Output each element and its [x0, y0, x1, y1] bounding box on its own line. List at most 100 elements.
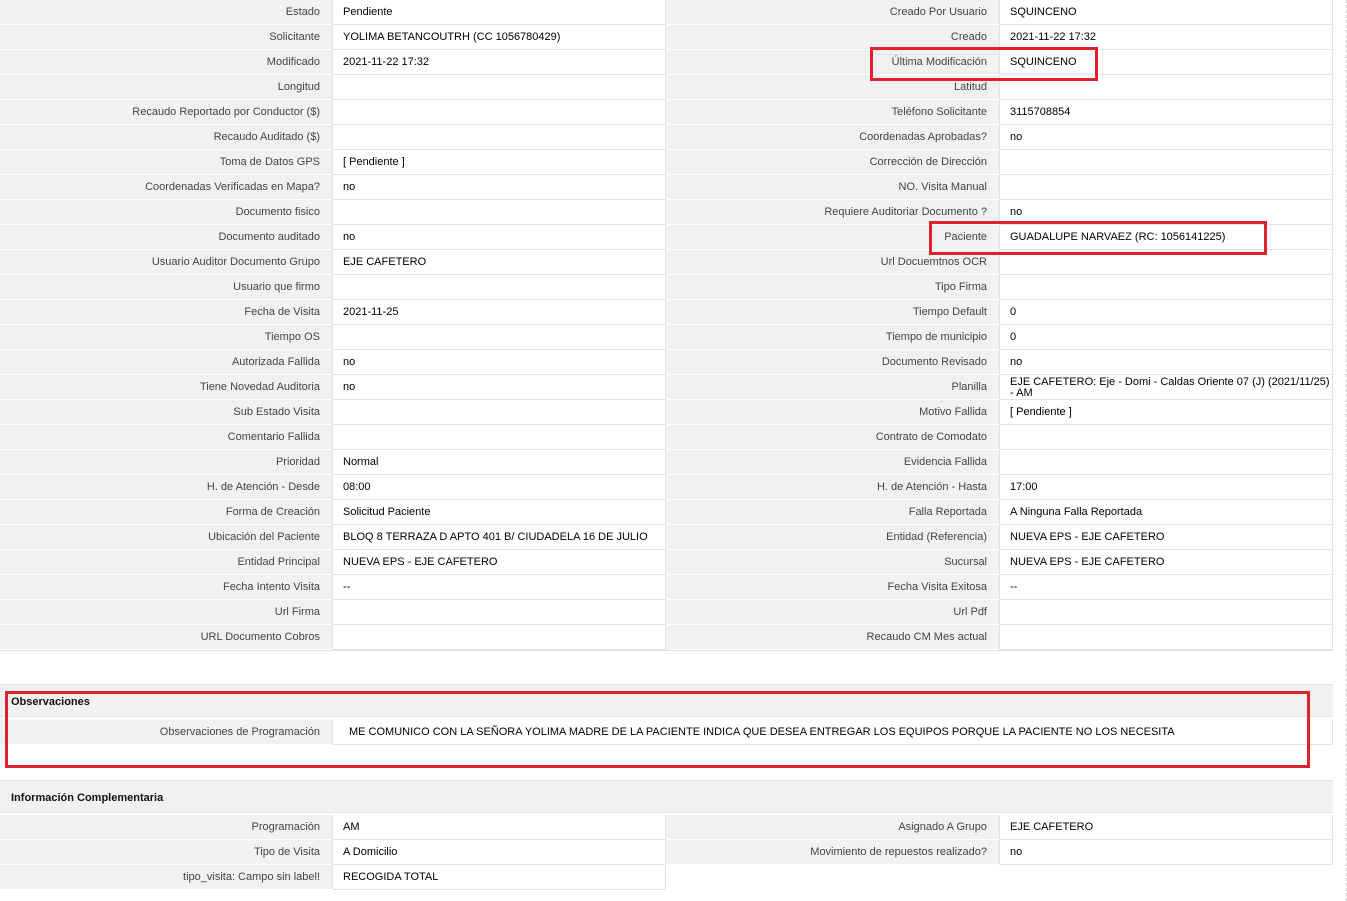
planilla-value: EJE CAFETERO: Eje - Domi - Caldas Orient… [999, 375, 1333, 400]
programacion-value: AM [332, 815, 666, 840]
tiempo-os-value [332, 325, 666, 350]
fecha-intento-visita-label: Fecha Intento Visita [0, 575, 332, 600]
autorizada-fallida-value: no [332, 350, 666, 375]
prioridad-label: Prioridad [0, 450, 332, 475]
evidencia-fallida-label: Evidencia Fallida [666, 450, 999, 475]
documento-fisico-value [332, 200, 666, 225]
estado-label: Estado [0, 0, 332, 25]
info-complementaria-title: Información Complementaria [11, 792, 164, 804]
paciente-label: Paciente [666, 225, 999, 250]
url-pdf-label: Url Pdf [666, 600, 999, 625]
tiempo-default-label: Tiempo Default [666, 300, 999, 325]
entidad-principal-value: NUEVA EPS - EJE CAFETERO [332, 550, 666, 575]
comentario-fallida-value [332, 425, 666, 450]
url-docuemtnos-ocr-label: Url Docuemtnos OCR [666, 250, 999, 275]
url-firma-label: Url Firma [0, 600, 332, 625]
modificado-value: 2021-11-22 17:32 [332, 50, 666, 75]
h-de-atencion-hasta-value: 17:00 [999, 475, 1333, 500]
fecha-visita-exitosa-value: -- [999, 575, 1333, 600]
longitud-label: Longitud [0, 75, 332, 100]
asignado-a-grupo-label: Asignado A Grupo [666, 815, 999, 840]
tipo-visita-campo-sin-label-label: tipo_visita: Campo sin label! [0, 865, 332, 890]
movimiento-de-repuestos-realizado-value: no [999, 840, 1333, 865]
coordenadas-verificadas-en-mapa-label: Coordenadas Verificadas en Mapa? [0, 175, 332, 200]
tiempo-os-label: Tiempo OS [0, 325, 332, 350]
recaudo-auditado-value [332, 125, 666, 150]
recaudo-reportado-por-conductor-label: Recaudo Reportado por Conductor ($) [0, 100, 332, 125]
solicitante-label: Solicitante [0, 25, 332, 50]
sucursal-value: NUEVA EPS - EJE CAFETERO [999, 550, 1333, 575]
url-firma-value [332, 600, 666, 625]
url-documento-cobros-label: URL Documento Cobros [0, 625, 332, 650]
longitud-value [332, 75, 666, 100]
tipo-firma-value [999, 275, 1333, 300]
fecha-de-visita-value: 2021-11-25 [332, 300, 666, 325]
requiere-auditoriar-documento-label: Requiere Auditoriar Documento ? [666, 200, 999, 225]
solicitante-value: YOLIMA BETANCOUTRH (CC 1056780429) [332, 25, 666, 50]
programacion-label: Programación [0, 815, 332, 840]
contrato-de-comodato-label: Contrato de Comodato [666, 425, 999, 450]
observaciones-programacion-label: Observaciones de Programación [0, 720, 332, 745]
correccion-de-direccion-value [999, 150, 1333, 175]
h-de-atencion-desde-label: H. de Atención - Desde [0, 475, 332, 500]
entidad-referencia-label: Entidad (Referencia) [666, 525, 999, 550]
url-docuemtnos-ocr-value [999, 250, 1333, 275]
telefono-solicitante-value: 3115708854 [999, 100, 1333, 125]
movimiento-de-repuestos-realizado-label: Movimiento de repuestos realizado? [666, 840, 999, 865]
observaciones-header: Observaciones [0, 684, 1333, 717]
latitud-value [999, 75, 1333, 100]
fecha-visita-exitosa-label: Fecha Visita Exitosa [666, 575, 999, 600]
telefono-solicitante-label: Teléfono Solicitante [666, 100, 999, 125]
forma-de-creacion-value: Solicitud Paciente [332, 500, 666, 525]
documento-revisado-label: Documento Revisado [666, 350, 999, 375]
evidencia-fallida-value [999, 450, 1333, 475]
tiempo-de-municipio-value: 0 [999, 325, 1333, 350]
latitud-label: Latitud [666, 75, 999, 100]
tiene-novedad-auditoria-label: Tiene Novedad Auditoria [0, 375, 332, 400]
recaudo-reportado-por-conductor-value [332, 100, 666, 125]
url-documento-cobros-value [332, 625, 666, 650]
creado-value: 2021-11-22 17:32 [999, 25, 1333, 50]
motivo-fallida-value: [ Pendiente ] [999, 400, 1333, 425]
toma-de-datos-gps-value: [ Pendiente ] [332, 150, 666, 175]
observaciones-title: Observaciones [11, 696, 90, 708]
contrato-de-comodato-value [999, 425, 1333, 450]
falla-reportada-value: A Ninguna Falla Reportada [999, 500, 1333, 525]
forma-de-creacion-label: Forma de Creación [0, 500, 332, 525]
no-visita-manual-label: NO. Visita Manual [666, 175, 999, 200]
sub-estado-visita-label: Sub Estado Visita [0, 400, 332, 425]
documento-auditado-value: no [332, 225, 666, 250]
ultima-modificacion-value: SQUINCENO [999, 50, 1333, 75]
recaudo-cm-mes-actual-value [999, 625, 1333, 650]
usuario-que-firmo-value [332, 275, 666, 300]
comentario-fallida-label: Comentario Fallida [0, 425, 332, 450]
paciente-value: GUADALUPE NARVAEZ (RC: 1056141225) [999, 225, 1333, 250]
tiempo-default-value: 0 [999, 300, 1333, 325]
visit-detail-table: Estado Pendiente Creado Por Usuario SQUINCE… [0, 0, 1333, 651]
documento-revisado-value: no [999, 350, 1333, 375]
creado-label: Creado [666, 25, 999, 50]
creado-por-usuario-value: SQUINCENO [999, 0, 1333, 25]
modificado-label: Modificado [0, 50, 332, 75]
documento-fisico-label: Documento fisico [0, 200, 332, 225]
tiene-novedad-auditoria-value: no [332, 375, 666, 400]
usuario-auditor-documento-grupo-label: Usuario Auditor Documento Grupo [0, 250, 332, 275]
ultima-modificacion-label: Última Modificación [666, 50, 999, 75]
usuario-que-firmo-label: Usuario que firmo [0, 275, 332, 300]
no-visita-manual-value [999, 175, 1333, 200]
tipo-de-visita-value: A Domicilio [332, 840, 666, 865]
coordenadas-verificadas-en-mapa-value: no [332, 175, 666, 200]
ubicacion-del-paciente-value: BLOQ 8 TERRAZA D APTO 401 B/ CIUDADELA 1… [332, 525, 666, 550]
asignado-a-grupo-value: EJE CAFETERO [999, 815, 1333, 840]
tiempo-de-municipio-label: Tiempo de municipio [666, 325, 999, 350]
info-complementaria-table: Programación AM Asignado A Grupo EJE CAFETE… [0, 815, 1333, 890]
usuario-auditor-documento-grupo-value: EJE CAFETERO [332, 250, 666, 275]
tipo-firma-label: Tipo Firma [666, 275, 999, 300]
entidad-referencia-value: NUEVA EPS - EJE CAFETERO [999, 525, 1333, 550]
sub-estado-visita-value [332, 400, 666, 425]
estado-value: Pendiente [332, 0, 666, 25]
planilla-label: Planilla [666, 375, 999, 400]
observaciones-programacion-value: ME COMUNICO CON LA SEÑORA YOLIMA MADRE D… [332, 720, 1333, 745]
coordenadas-aprobadas-value: no [999, 125, 1333, 150]
url-pdf-value [999, 600, 1333, 625]
